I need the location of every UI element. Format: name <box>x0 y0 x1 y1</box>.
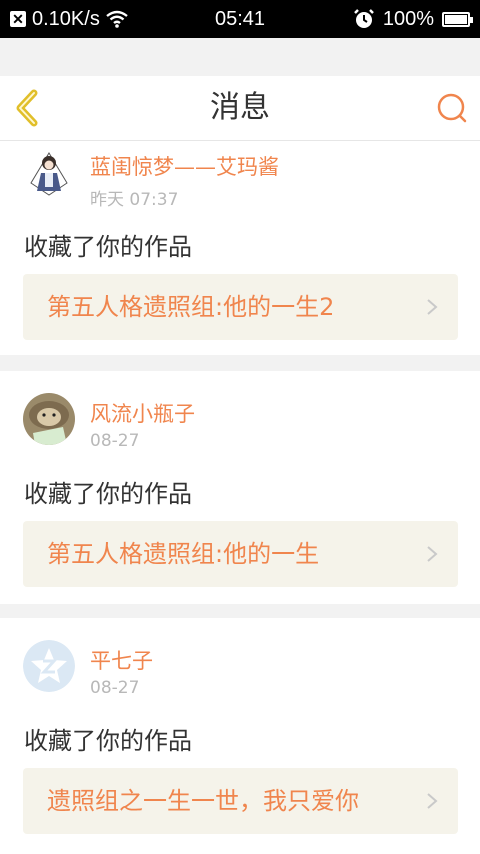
message-time: 昨天 07:37 <box>90 190 179 210</box>
work-link[interactable]: 遗照组之一生一世，我只爱你 <box>23 768 458 834</box>
default-avatar-icon <box>23 640 75 692</box>
battery-icon <box>442 11 473 27</box>
chevron-right-icon <box>427 546 438 562</box>
back-button[interactable] <box>12 88 52 128</box>
username[interactable]: 蓝闺惊梦——艾玛酱 <box>90 151 279 181</box>
message-time: 08-27 <box>90 431 140 451</box>
notification-icon: ✕ <box>10 11 26 27</box>
avatar[interactable] <box>23 393 75 445</box>
status-bar: ✕ 0.10K/s 05:41 100% <box>0 0 480 38</box>
wifi-icon <box>106 10 128 28</box>
status-left: ✕ 0.10K/s <box>10 8 180 31</box>
battery-percent: 100% <box>382 7 434 30</box>
avatar[interactable] <box>23 640 75 692</box>
chevron-right-icon <box>427 299 438 315</box>
work-title: 第五人格遗照组:他的一生2 <box>47 293 335 321</box>
work-title: 第五人格遗照组:他的一生 <box>47 540 320 568</box>
message-card: 平七子 08-27 收藏了你的作品 遗照组之一生一世，我只爱你 <box>0 618 480 854</box>
page-title: 消息 <box>210 90 270 125</box>
username[interactable]: 风流小瓶子 <box>90 398 195 428</box>
search-icon <box>437 93 467 123</box>
message-card: 蓝闺惊梦——艾玛酱 昨天 07:37 收藏了你的作品 第五人格遗照组:他的一生2 <box>0 141 480 355</box>
alarm-icon <box>353 9 374 28</box>
net-speed: 0.10K/s <box>32 7 100 30</box>
search-button[interactable] <box>434 90 470 126</box>
message-card: 风流小瓶子 08-27 收藏了你的作品 第五人格遗照组:他的一生 <box>0 371 480 604</box>
action-text: 收藏了你的作品 <box>24 727 192 755</box>
status-right: 100% <box>353 7 473 31</box>
work-link[interactable]: 第五人格遗照组:他的一生 <box>23 521 458 587</box>
app-header: 消息 <box>0 76 480 141</box>
girl-avatar-icon <box>23 147 75 199</box>
username[interactable]: 平七子 <box>90 645 153 675</box>
avatar[interactable] <box>23 147 75 199</box>
work-title: 遗照组之一生一世，我只爱你 <box>47 787 359 815</box>
message-time: 08-27 <box>90 678 140 698</box>
action-text: 收藏了你的作品 <box>24 233 192 261</box>
action-text: 收藏了你的作品 <box>24 480 192 508</box>
hedgehog-avatar-icon <box>23 393 75 445</box>
work-link[interactable]: 第五人格遗照组:他的一生2 <box>23 274 458 340</box>
chevron-left-icon <box>16 89 38 127</box>
chevron-right-icon <box>427 793 438 809</box>
